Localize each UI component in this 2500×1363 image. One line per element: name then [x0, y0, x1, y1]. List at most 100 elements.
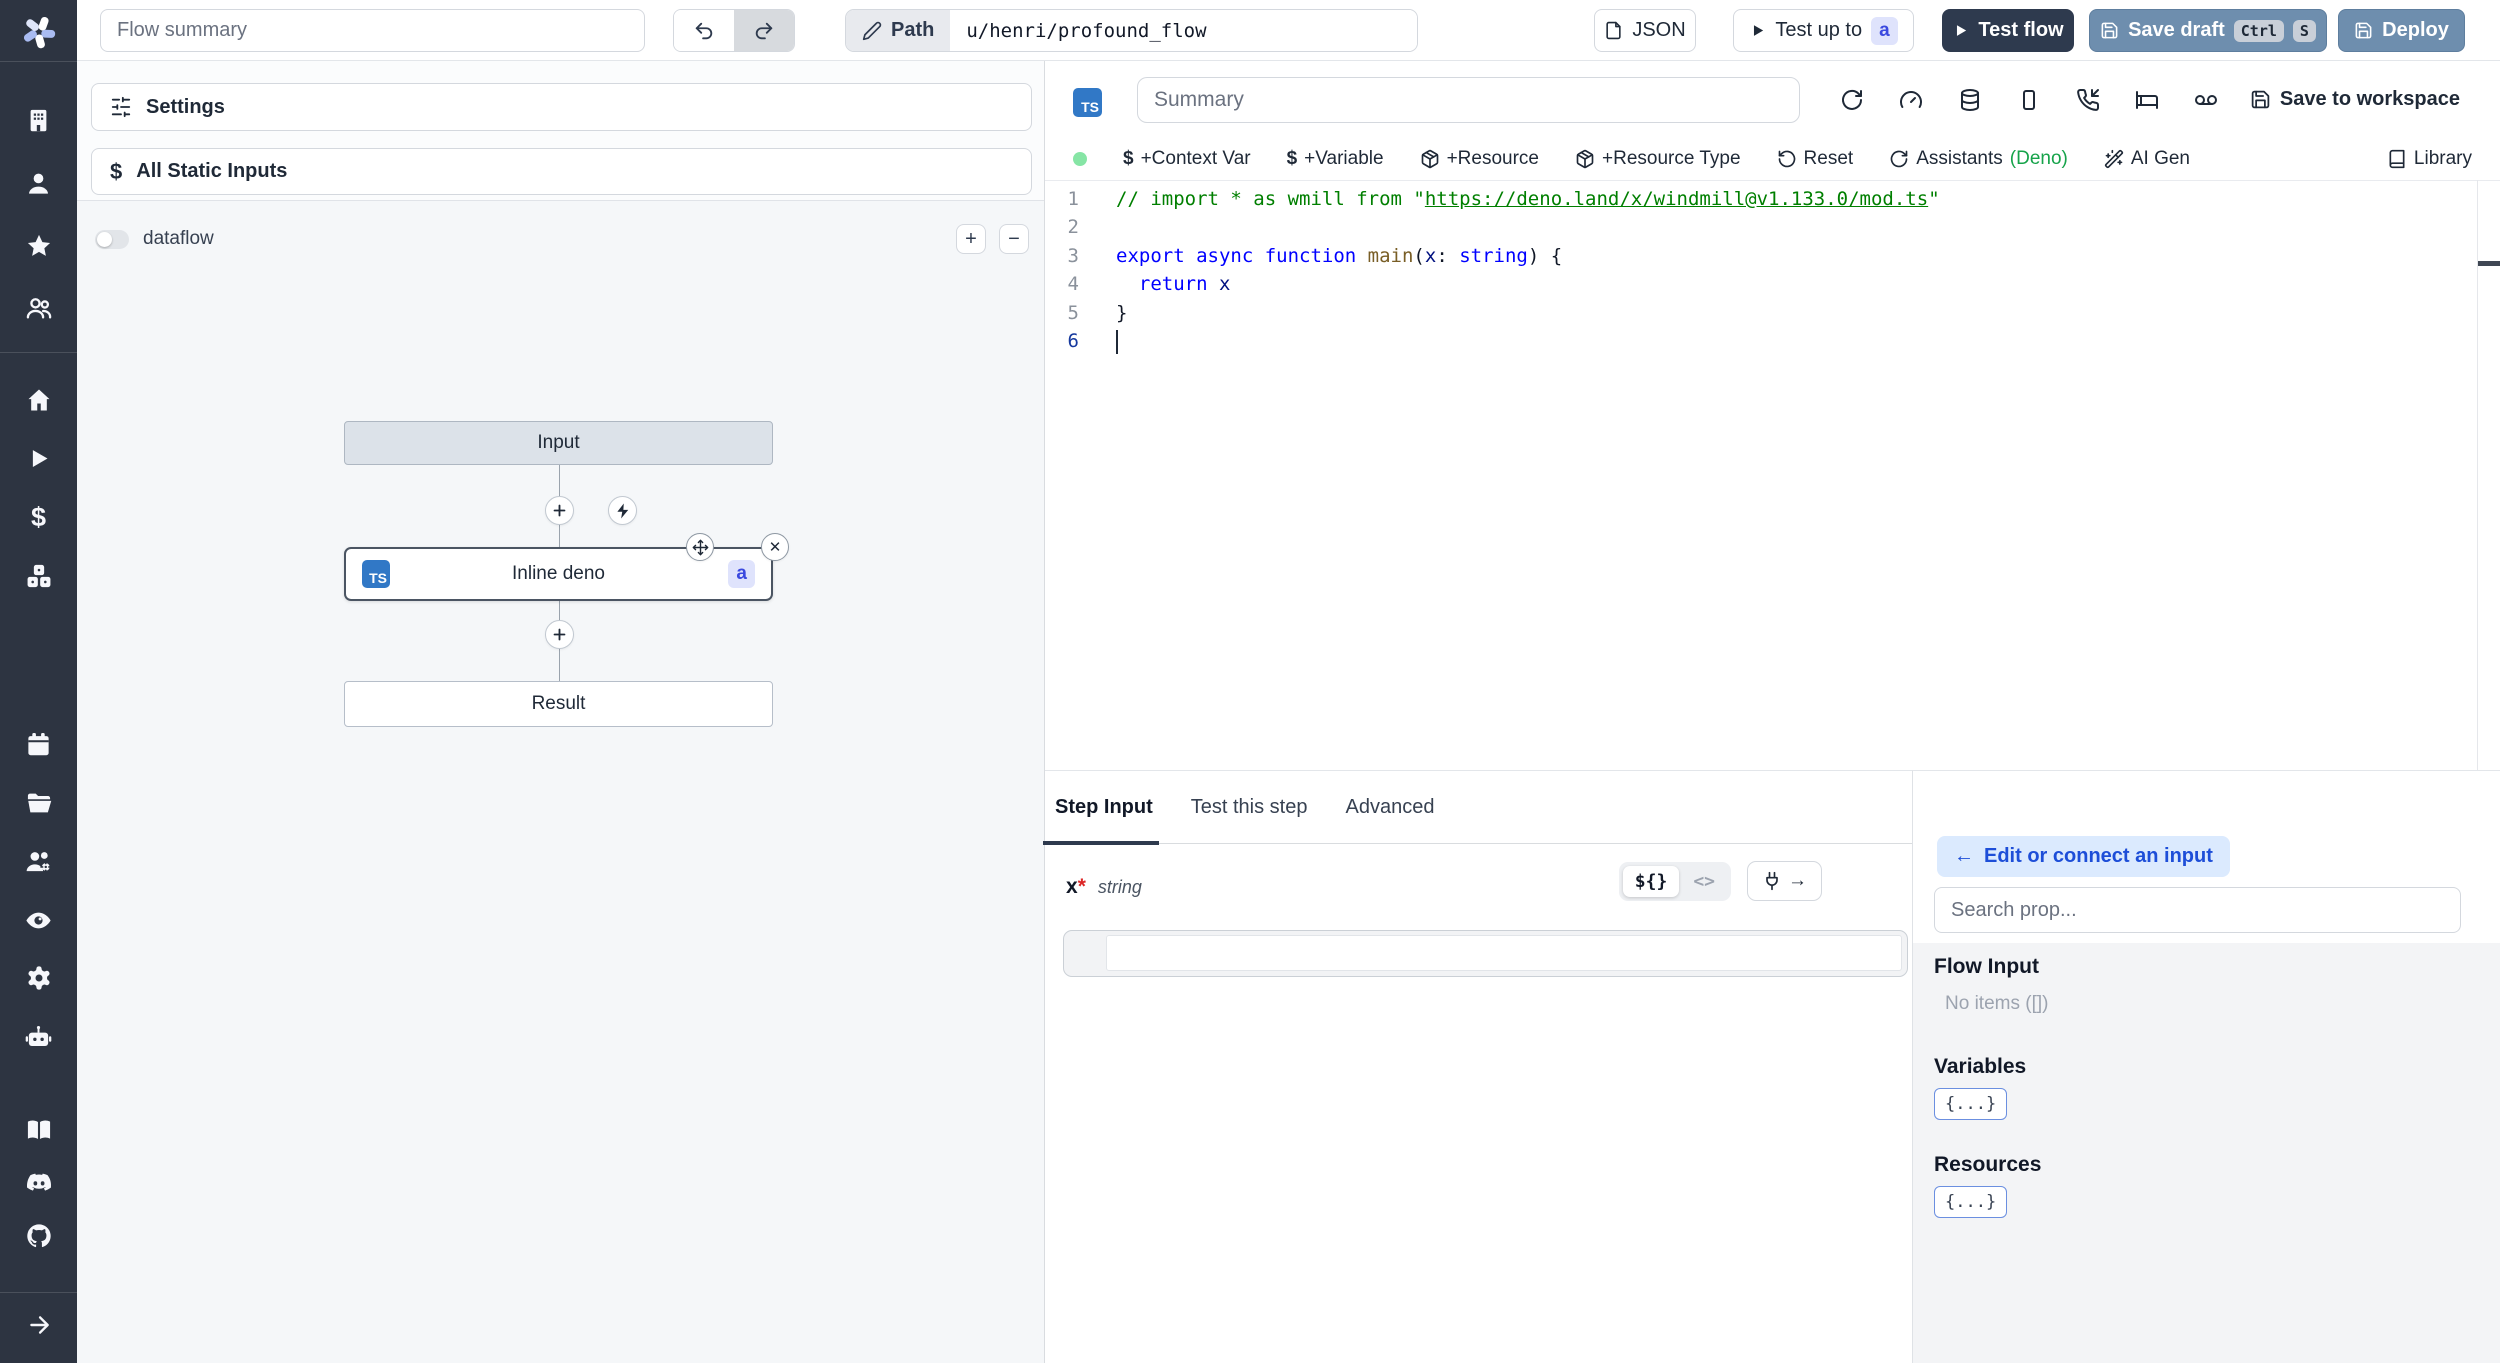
mock-button[interactable] — [2185, 79, 2226, 120]
tab-test-this-step[interactable]: Test this step — [1191, 771, 1308, 843]
save-to-workspace-button[interactable]: Save to workspace — [2250, 79, 2460, 120]
line-number: 4 — [1067, 273, 1079, 296]
code-line: 1// import * as wmill from "https://deno… — [1045, 185, 2476, 213]
sidebar-item-folders[interactable] — [0, 788, 77, 818]
code-line: 3 export async function main(x: string) { — [1045, 242, 2476, 270]
sidebar-item-groups-admin[interactable] — [0, 846, 77, 876]
early-stop-button[interactable] — [1890, 79, 1931, 120]
line-number: 1 — [1067, 188, 1079, 210]
flow-node-input[interactable]: Input — [344, 421, 773, 465]
sidebar-item-github[interactable] — [0, 1221, 77, 1251]
editor-scrollbar-gutter[interactable] — [2477, 180, 2478, 770]
line-number: 3 — [1067, 244, 1079, 267]
sidebar-item-settings[interactable] — [0, 963, 77, 993]
field-name: x* — [1066, 875, 1086, 898]
sidebar-item-workspace[interactable] — [0, 105, 77, 135]
windmill-flow-editor: $ Path — [0, 0, 2500, 1363]
all-static-inputs-button[interactable]: $ All Static Inputs — [91, 148, 1032, 195]
code-area[interactable]: 1// import * as wmill from "https://deno… — [1045, 185, 2476, 355]
tab-step-input[interactable]: Step Input — [1043, 771, 1159, 845]
insert-step-button[interactable] — [545, 620, 574, 649]
insert-step-button[interactable] — [545, 496, 574, 525]
code-line-active: 6 — [1045, 327, 2476, 355]
test-flow-button[interactable]: Test flow — [1942, 9, 2074, 52]
flow-graph-panel: Settings $ All Static Inputs dataflow + … — [77, 61, 1045, 1363]
assistants-button[interactable]: Assistants (Deno) — [1889, 148, 2068, 170]
editor-toolbar-divider — [1045, 180, 2500, 181]
variables-object-button[interactable]: {...} — [1934, 1088, 2008, 1120]
save-draft-label: Save draft — [2128, 19, 2225, 41]
json-button[interactable]: JSON — [1594, 9, 1696, 52]
sidebar-item-home[interactable] — [0, 385, 77, 415]
code-line: 5} — [1045, 299, 2476, 327]
sidebar-item-variables[interactable]: $ — [0, 502, 77, 532]
arrow-right-icon: → — [1788, 870, 1807, 891]
reset-button[interactable]: Reset — [1777, 148, 1853, 170]
sidebar-item-resources[interactable] — [0, 561, 77, 591]
add-resource-type-button[interactable]: +Resource Type — [1575, 148, 1741, 170]
refresh-icon — [1889, 149, 1909, 169]
search-prop-input[interactable] — [1934, 887, 2461, 933]
resources-object-button[interactable]: {...} — [1934, 1186, 2008, 1218]
move-step-button[interactable] — [686, 533, 714, 561]
save-icon — [2250, 89, 2271, 110]
path-input[interactable] — [950, 10, 1417, 51]
expand-sidebar-button[interactable] — [0, 1310, 77, 1340]
bed-icon — [2135, 88, 2159, 112]
step-summary-input[interactable] — [1137, 77, 1800, 123]
add-context-var-button[interactable]: $ +Context Var — [1123, 148, 1251, 170]
zoom-in-button[interactable]: + — [956, 224, 986, 254]
delete-step-button[interactable]: ✕ — [761, 533, 789, 561]
ai-gen-button[interactable]: AI Gen — [2104, 148, 2190, 170]
windmill-logo[interactable] — [0, 12, 77, 52]
template-mode-button[interactable]: ${} — [1622, 865, 1680, 897]
insert-trigger-button[interactable] — [608, 496, 637, 525]
tab-advanced[interactable]: Advanced — [1345, 771, 1434, 843]
retry-settings-button[interactable] — [1831, 79, 1872, 120]
path-label-section[interactable]: Path — [846, 10, 951, 51]
dataflow-toggle[interactable] — [95, 229, 129, 249]
edit-or-connect-button[interactable]: ← Edit or connect an input — [1937, 836, 2230, 877]
sidebar-item-discord[interactable] — [0, 1168, 77, 1198]
suspend-button[interactable] — [2067, 79, 2108, 120]
sidebar-item-favorites[interactable] — [0, 231, 77, 261]
undo-button[interactable] — [674, 10, 734, 51]
all-static-inputs-label: All Static Inputs — [136, 160, 288, 182]
sidebar-item-docs[interactable] — [0, 1115, 77, 1145]
test-up-to-button[interactable]: Test up to a — [1733, 9, 1914, 52]
sidebar-item-workers[interactable] — [0, 1022, 77, 1052]
path-field-group: Path — [845, 9, 1418, 52]
redo-button[interactable] — [734, 10, 794, 51]
code-mode-button[interactable]: <> — [1681, 866, 1727, 897]
save-icon — [2100, 21, 2119, 40]
plus-icon: + — [965, 227, 977, 250]
save-draft-button[interactable]: Save draft Ctrl S — [2089, 9, 2327, 52]
connect-input-button[interactable]: → — [1747, 861, 1822, 901]
flow-node-result[interactable]: Result — [344, 681, 773, 727]
sidebar-item-audit-logs[interactable] — [0, 905, 77, 935]
sidebar-item-user[interactable] — [0, 168, 77, 198]
x-value-input[interactable] — [1106, 935, 1902, 971]
variables-title: Variables — [1934, 1055, 2027, 1078]
deploy-button[interactable]: Deploy — [2338, 9, 2465, 52]
dollar-icon: $ — [110, 158, 123, 184]
concurrency-button[interactable] — [2008, 79, 2049, 120]
package-icon — [1420, 149, 1440, 169]
sidebar-item-schedules[interactable] — [0, 729, 77, 759]
zoom-out-button[interactable]: − — [999, 224, 1029, 254]
flow-settings-button[interactable]: Settings — [91, 83, 1032, 131]
sidebar-item-groups[interactable] — [0, 293, 77, 323]
cache-button[interactable] — [1949, 79, 1990, 120]
library-button[interactable]: Library — [2387, 148, 2472, 170]
topbar: Path JSON Test up to a Test flow Save dr… — [77, 0, 2500, 61]
import-url-link[interactable]: https://deno.land/x/windmill@v1.133.0/mo… — [1425, 188, 1928, 210]
json-button-label: JSON — [1632, 19, 1686, 41]
text-cursor — [1116, 329, 1119, 354]
flow-summary-input[interactable] — [100, 9, 645, 52]
sleep-button[interactable] — [2126, 79, 2167, 120]
dollar-icon: $ — [1123, 148, 1134, 169]
kbd-s: S — [2292, 19, 2316, 42]
add-resource-button[interactable]: +Resource — [1420, 148, 1539, 170]
sidebar-item-runs[interactable] — [0, 443, 77, 473]
add-variable-button[interactable]: $ +Variable — [1287, 148, 1384, 170]
